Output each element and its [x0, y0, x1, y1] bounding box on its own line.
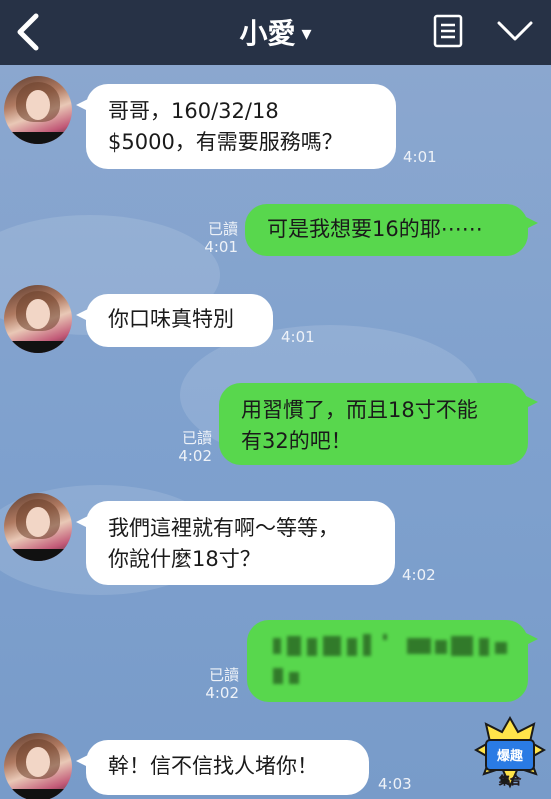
read-label: 已讀 [181, 429, 212, 447]
incoming-message[interactable]: 幹！信不信找人堵你！ [76, 740, 369, 795]
message-line: $5000，有需要服務嗎？ [108, 130, 343, 154]
contact-avatar[interactable] [4, 493, 72, 561]
read-label: 已讀 [207, 220, 238, 238]
message-time: 4:02 [205, 684, 239, 702]
caret-down-icon: ▾ [301, 21, 312, 45]
message-line: 幹！信不信找人堵你！ [108, 754, 318, 778]
message-time: 4:03 [378, 775, 412, 793]
note-icon[interactable] [433, 14, 463, 48]
svg-text:集合: 集合 [498, 773, 522, 787]
message-time: 4:02 [178, 447, 212, 465]
message-line: 我們這裡就有啊～等等， [108, 516, 339, 540]
message-line: 用習慣了，而且18寸不能 [241, 398, 478, 422]
incoming-message[interactable]: 哥哥，160/32/18 $5000，有需要服務嗎？ [76, 84, 396, 169]
chat-area[interactable]: 哥哥，160/32/18 $5000，有需要服務嗎？ 4:01 已讀 4:01 … [0, 65, 551, 799]
message-line: 可是我想要16的耶⋯⋯ [267, 217, 483, 241]
message-line: 你口味真特別 [108, 307, 234, 331]
outgoing-message[interactable]: 用習慣了，而且18寸不能 有32的吧！ [219, 383, 538, 465]
message-line: 哥哥，160/32/18 [108, 99, 279, 123]
watermark-logo: 爆趣 集合 [474, 716, 546, 789]
read-receipt: 已讀 4:02 [170, 429, 212, 465]
chevron-down-icon[interactable] [497, 18, 533, 44]
contact-avatar[interactable] [4, 733, 72, 799]
read-receipt: 已讀 4:02 [197, 666, 239, 702]
read-receipt: 已讀 4:01 [196, 220, 238, 256]
contact-name: 小愛 [239, 17, 296, 50]
message-time: 4:01 [281, 328, 315, 346]
pixelated-text [247, 620, 528, 702]
message-line: 有32的吧！ [241, 429, 352, 453]
message-time: 4:01 [403, 148, 437, 166]
read-label: 已讀 [208, 666, 239, 684]
chat-header: 小愛 ▾ [0, 0, 551, 65]
svg-text:爆趣: 爆趣 [497, 748, 524, 764]
chat-title[interactable]: 小愛 ▾ [0, 12, 551, 52]
message-time: 4:02 [402, 566, 436, 584]
message-time: 4:01 [204, 238, 238, 256]
message-line: 你說什麼18寸？ [108, 547, 261, 571]
incoming-message[interactable]: 我們這裡就有啊～等等， 你說什麼18寸？ [76, 501, 395, 585]
contact-avatar[interactable] [4, 76, 72, 144]
outgoing-message[interactable]: 可是我想要16的耶⋯⋯ [245, 204, 538, 256]
incoming-message[interactable]: 你口味真特別 [76, 294, 273, 347]
contact-avatar[interactable] [4, 285, 72, 353]
outgoing-message-blurred[interactable] [247, 620, 538, 702]
